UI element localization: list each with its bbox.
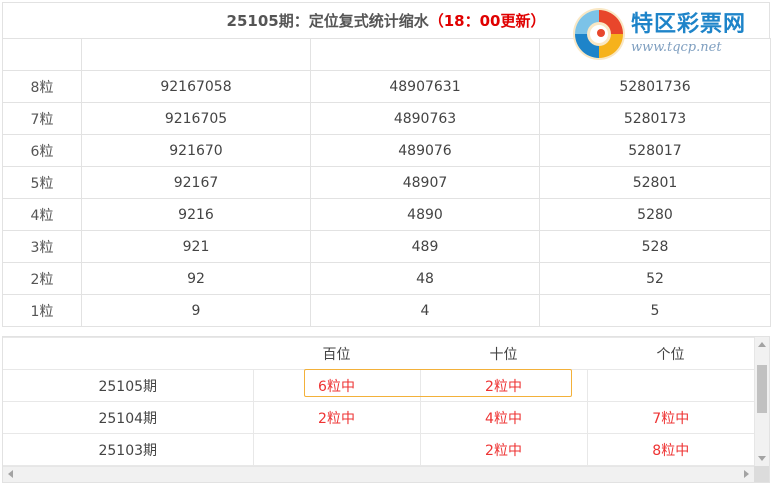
- stats-cell: 4890: [310, 198, 540, 231]
- scroll-right-icon[interactable]: [744, 470, 749, 478]
- history-hit-cell: 8粒中: [586, 433, 754, 466]
- stats-row: 6粒 921670 489076 528017: [2, 134, 771, 167]
- history-period: 25105期: [3, 369, 253, 402]
- stats-row: 7粒 9216705 4890763 5280173: [2, 102, 771, 135]
- stats-cell: 48907: [310, 166, 540, 199]
- stats-cell: 9216705: [81, 102, 311, 135]
- horizontal-scrollbar[interactable]: [3, 466, 754, 482]
- stats-cell: 92167: [81, 166, 311, 199]
- stats-row: 5粒 92167 48907 52801: [2, 166, 771, 199]
- stats-row-label: 1粒: [2, 294, 82, 327]
- history-hit-cell: 6粒中: [252, 369, 420, 402]
- stats-row: 2粒 92 48 52: [2, 262, 771, 295]
- stats-cell: 489076: [310, 134, 540, 167]
- history-panel: 百位 十位 个位 25105期 6粒中 2粒中 25104期 2粒中 4粒中 7粒中 2510…: [2, 336, 770, 483]
- stats-cell: 48907631: [310, 70, 540, 103]
- history-header-tens: 十位: [420, 337, 587, 370]
- site-logo[interactable]: 特区彩票网 www.tqcp.net: [571, 6, 771, 68]
- stats-cell: 9: [81, 294, 311, 327]
- stats-cell: 4: [310, 294, 540, 327]
- history-hit-cell: 2粒中: [419, 433, 587, 466]
- stats-cell: 921670: [81, 134, 311, 167]
- scroll-thumb[interactable]: [757, 365, 767, 413]
- stats-row-label: 4粒: [2, 198, 82, 231]
- stats-row-label: 5粒: [2, 166, 82, 199]
- stats-cell: 5: [539, 294, 771, 327]
- history-hit-cell: [252, 433, 420, 466]
- stats-row: 8粒 92167058 48907631 52801736: [2, 70, 771, 103]
- stats-cell: 528: [539, 230, 771, 263]
- stats-row: 4粒 9216 4890 5280: [2, 198, 771, 231]
- history-hit-cell: 2粒中: [419, 369, 587, 402]
- stats-row-label: 7粒: [2, 102, 82, 135]
- stats-cell: 528017: [539, 134, 771, 167]
- stats-row-label: 3粒: [2, 230, 82, 263]
- stats-cell: 48: [310, 262, 540, 295]
- logo-url: www.tqcp.net: [631, 40, 722, 55]
- stats-row: 3粒 921 489 528: [2, 230, 771, 263]
- vertical-scrollbar[interactable]: [754, 337, 769, 466]
- history-period: 25104期: [3, 401, 253, 434]
- stats-row-label: 2粒: [2, 262, 82, 295]
- history-header-units: 个位: [587, 337, 754, 370]
- history-hit-cell: 7粒中: [586, 401, 754, 434]
- scrollbar-corner: [754, 466, 769, 482]
- history-table: 百位 十位 个位 25105期 6粒中 2粒中 25104期 2粒中 4粒中 7粒中 2510…: [3, 337, 754, 482]
- title-main: 25105期：定位复式统计缩水: [226, 12, 429, 30]
- history-period: 25103期: [3, 433, 253, 466]
- stats-row: 1粒 9 4 5: [2, 294, 771, 327]
- history-row: 25105期 6粒中 2粒中: [3, 369, 754, 402]
- history-hit-cell: 4粒中: [419, 401, 587, 434]
- history-header-period: [3, 337, 253, 370]
- stats-cell: 52801736: [539, 70, 771, 103]
- scroll-left-icon[interactable]: [8, 470, 13, 478]
- logo-swirl-icon: [573, 8, 625, 60]
- history-row: 25104期 2粒中 4粒中 7粒中: [3, 401, 754, 434]
- scroll-up-icon[interactable]: [758, 342, 766, 347]
- stats-row-label: 8粒: [2, 70, 82, 103]
- stats-cell: 9216: [81, 198, 311, 231]
- stats-cell: 921: [81, 230, 311, 263]
- history-header-hundreds: 百位: [253, 337, 420, 370]
- stats-cell: 4890763: [310, 102, 540, 135]
- history-hit-cell: 2粒中: [252, 401, 420, 434]
- stats-cell: 92167058: [81, 70, 311, 103]
- stats-cell: 489: [310, 230, 540, 263]
- stats-cell: 52801: [539, 166, 771, 199]
- stats-row-label: 6粒: [2, 134, 82, 167]
- history-row: 25103期 2粒中 8粒中: [3, 433, 754, 466]
- history-header-row: 百位 十位 个位: [3, 337, 754, 370]
- stats-cell: 92: [81, 262, 311, 295]
- stats-cell: 5280: [539, 198, 771, 231]
- stats-cell: 52: [539, 262, 771, 295]
- scroll-down-icon[interactable]: [758, 456, 766, 461]
- stats-table: 8粒 92167058 48907631 52801736 7粒 9216705 48907…: [2, 38, 771, 327]
- history-hit-cell: [586, 369, 754, 402]
- stats-cell: 5280173: [539, 102, 771, 135]
- logo-name: 特区彩票网: [631, 12, 747, 37]
- title-update-time: （18：00更新）: [428, 12, 546, 30]
